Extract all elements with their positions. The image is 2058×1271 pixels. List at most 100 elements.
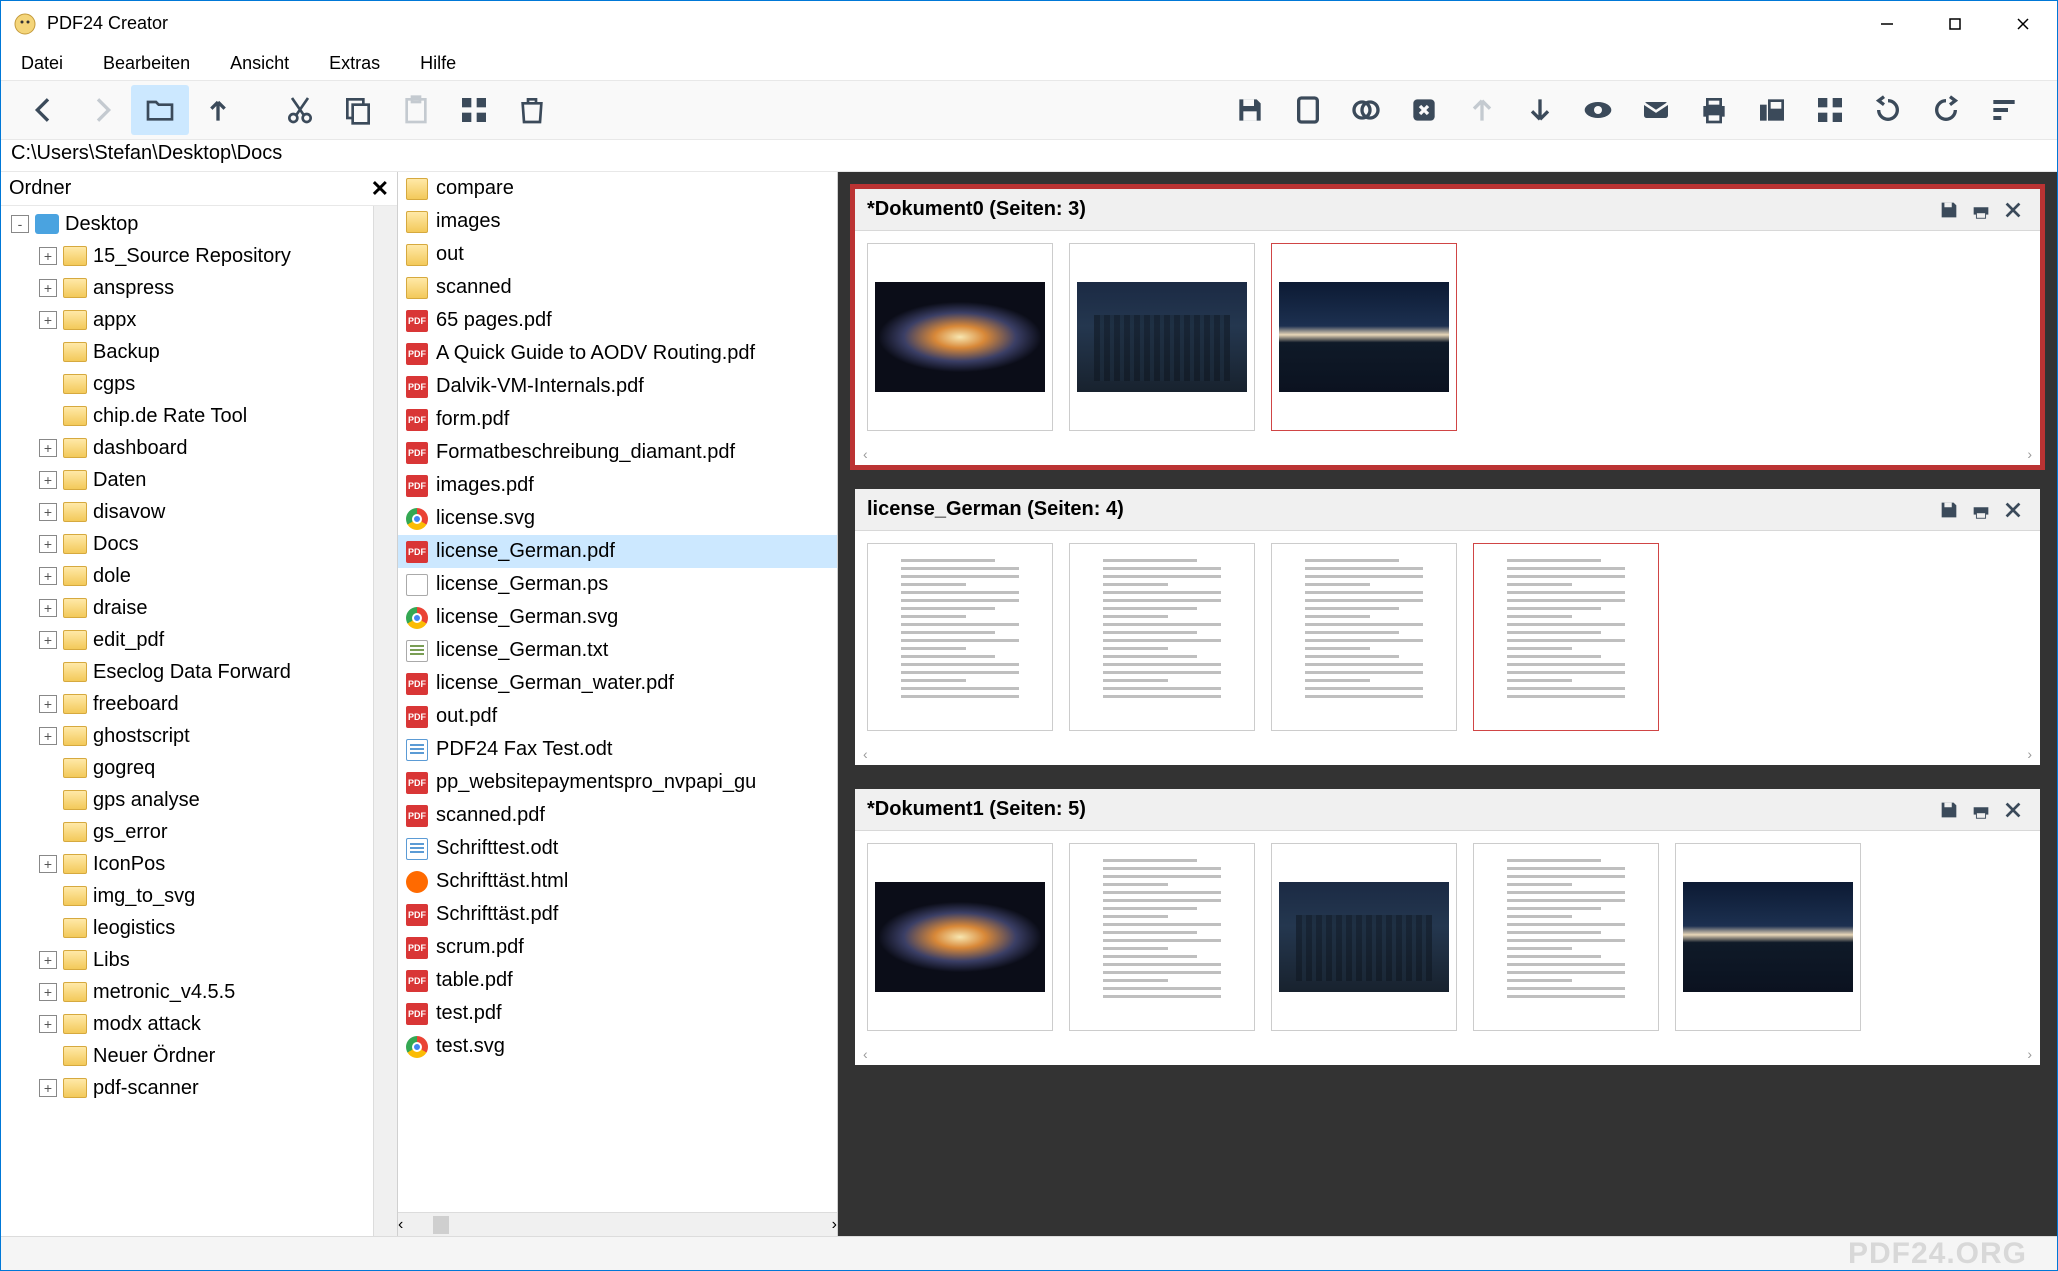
minimize-button[interactable] [1853,1,1921,46]
menu-datei[interactable]: Datei [15,49,69,78]
page-hscroll[interactable]: ‹› [855,443,2040,465]
tree-twisty-icon[interactable]: + [39,279,57,297]
page-thumbnail[interactable] [867,843,1053,1031]
tree-item[interactable]: leogistics [1,912,373,944]
tree-twisty-icon[interactable]: + [39,855,57,873]
tree-item[interactable]: img_to_svg [1,880,373,912]
scroll-left-icon[interactable]: ‹ [863,746,868,762]
scroll-left-icon[interactable]: ‹ [863,1046,868,1062]
page-thumbnail[interactable] [1675,843,1861,1031]
tree-twisty-icon[interactable]: - [11,215,29,233]
new-doc-button[interactable] [1279,85,1337,135]
tree-item[interactable]: Neuer Ördner [1,1040,373,1072]
tree-item[interactable]: gps analyse [1,784,373,816]
tree-twisty-icon[interactable]: + [39,951,57,969]
cut-button[interactable] [271,85,329,135]
doc-print-icon[interactable] [1966,495,1996,525]
scroll-right-icon[interactable]: › [2027,446,2032,462]
file-item[interactable]: test.svg [398,1030,837,1063]
tree-item[interactable]: +dashboard [1,432,373,464]
scroll-right-icon[interactable]: › [2027,1046,2032,1062]
close-panel-icon[interactable]: ✕ [371,176,389,202]
tree-twisty-icon[interactable]: + [39,439,57,457]
sort-button[interactable] [1975,85,2033,135]
file-item[interactable]: PDFlicense_German_water.pdf [398,667,837,700]
tree-scrollbar[interactable] [373,206,397,1236]
tree-item[interactable]: +freeboard [1,688,373,720]
page-thumbnail[interactable] [867,543,1053,731]
tree-twisty-icon[interactable]: + [39,247,57,265]
menu-hilfe[interactable]: Hilfe [414,49,462,78]
doc-print-icon[interactable] [1966,795,1996,825]
file-item[interactable]: PDFDalvik-VM-Internals.pdf [398,370,837,403]
file-item[interactable]: PDFSchrifttäst.pdf [398,898,837,931]
file-item[interactable]: PDFtable.pdf [398,964,837,997]
tree-item[interactable]: +Daten [1,464,373,496]
up-button[interactable] [189,85,247,135]
tree-twisty-icon[interactable]: + [39,503,57,521]
menu-extras[interactable]: Extras [323,49,386,78]
tree-item[interactable]: +ghostscript [1,720,373,752]
file-item[interactable]: PDFscrum.pdf [398,931,837,964]
page-hscroll[interactable]: ‹› [855,1043,2040,1065]
delete-button[interactable] [503,85,561,135]
file-item[interactable]: PDFscanned.pdf [398,799,837,832]
file-item[interactable]: PDFA Quick Guide to AODV Routing.pdf [398,337,837,370]
document-panel[interactable]: license_German (Seiten: 4) ‹› [850,484,2045,770]
tree-item[interactable]: chip.de Rate Tool [1,400,373,432]
page-thumbnail[interactable] [1069,243,1255,431]
tree-twisty-icon[interactable]: + [39,983,57,1001]
layout-button[interactable] [1801,85,1859,135]
document-panel[interactable]: *Dokument1 (Seiten: 5) ‹› [850,784,2045,1070]
tree-item[interactable]: +metronic_v4.5.5 [1,976,373,1008]
menu-bearbeiten[interactable]: Bearbeiten [97,49,196,78]
save-button[interactable] [1221,85,1279,135]
doc-save-icon[interactable] [1934,495,1964,525]
page-thumbnail[interactable] [1271,843,1457,1031]
tree-item[interactable]: -Desktop [1,208,373,240]
file-item[interactable]: Schrifttäst.html [398,865,837,898]
tree-item[interactable]: +dole [1,560,373,592]
scroll-left-icon[interactable]: ‹ [863,446,868,462]
file-item[interactable]: license.svg [398,502,837,535]
menu-ansicht[interactable]: Ansicht [224,49,295,78]
page-thumbnail[interactable] [867,243,1053,431]
tree-twisty-icon[interactable]: + [39,631,57,649]
file-list[interactable]: compareimagesoutscannedPDF65 pages.pdfPD… [398,172,837,1212]
doc-close-icon[interactable] [1998,795,2028,825]
tree-item[interactable]: +edit_pdf [1,624,373,656]
doc-save-icon[interactable] [1934,195,1964,225]
tree-twisty-icon[interactable]: + [39,567,57,585]
page-strip[interactable] [855,531,2040,743]
fax-button[interactable] [1743,85,1801,135]
maximize-button[interactable] [1921,1,1989,46]
file-item[interactable]: scanned [398,271,837,304]
file-item[interactable]: PDFlicense_German.pdf [398,535,837,568]
file-item[interactable]: PDFform.pdf [398,403,837,436]
preview-button[interactable] [1569,85,1627,135]
remove-page-button[interactable] [1395,85,1453,135]
tree-item[interactable]: cgps [1,368,373,400]
file-item[interactable]: PDFFormatbeschreibung_diamant.pdf [398,436,837,469]
file-item[interactable]: PDF24 Fax Test.odt [398,733,837,766]
page-thumbnail[interactable] [1271,543,1457,731]
print-button[interactable] [1685,85,1743,135]
move-down-button[interactable] [1511,85,1569,135]
tree-twisty-icon[interactable]: + [39,1079,57,1097]
doc-close-icon[interactable] [1998,195,2028,225]
doc-close-icon[interactable] [1998,495,2028,525]
file-item[interactable]: PDF65 pages.pdf [398,304,837,337]
page-strip[interactable] [855,831,2040,1043]
tree-twisty-icon[interactable]: + [39,1015,57,1033]
folder-tree[interactable]: -Desktop+15_Source Repository+anspress+a… [1,206,373,1236]
tree-item[interactable]: +15_Source Repository [1,240,373,272]
copy-button[interactable] [329,85,387,135]
tree-item[interactable]: +anspress [1,272,373,304]
page-hscroll[interactable]: ‹› [855,743,2040,765]
file-item[interactable]: images [398,205,837,238]
tree-item[interactable]: +disavow [1,496,373,528]
scroll-right-icon[interactable]: › [2027,746,2032,762]
back-button[interactable] [15,85,73,135]
page-thumbnail[interactable] [1069,543,1255,731]
file-list-hscroll[interactable]: ‹› [398,1212,837,1236]
